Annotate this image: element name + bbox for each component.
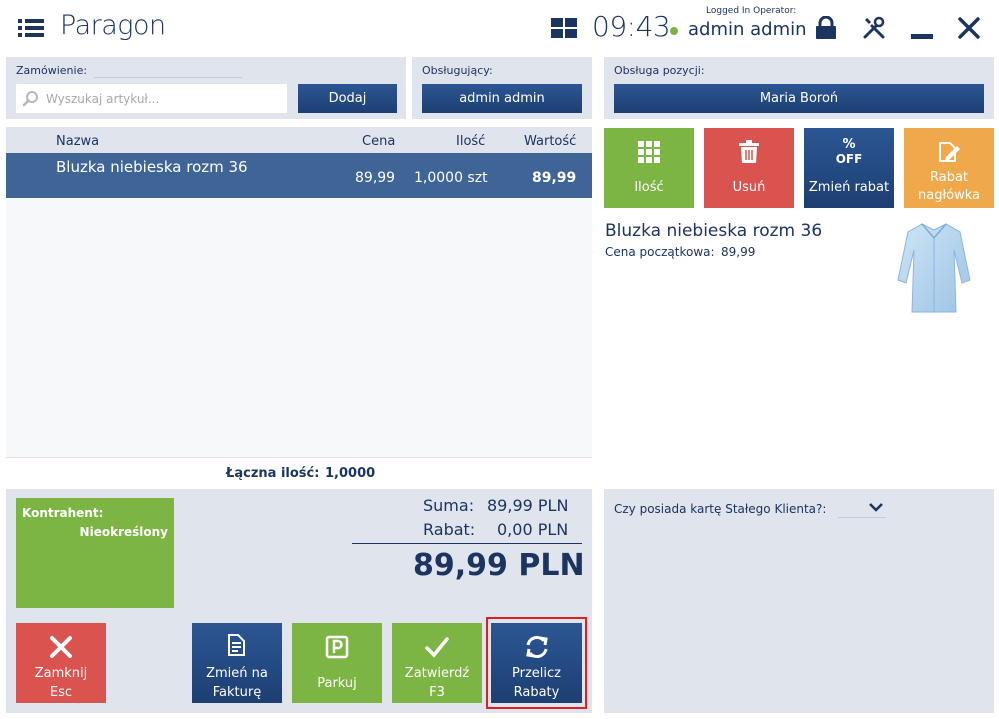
park-label: Parkuj [317, 676, 357, 691]
product-name: Bluzka niebieska rozm 36 [605, 221, 823, 241]
column-value: Wartość [524, 134, 577, 149]
grid-icon [638, 141, 660, 163]
row-value: 89,99 [532, 170, 577, 186]
order-number-underline [94, 77, 242, 78]
close-receipt-line1: Zamknij [34, 666, 88, 681]
row-name: Bluzka niebieska rozm 36 [56, 158, 248, 176]
percent-off-icon: % OFF [804, 137, 894, 167]
park-button[interactable]: Parkuj [292, 623, 382, 703]
minimize-icon[interactable] [911, 34, 933, 39]
add-button[interactable]: Dodaj [298, 84, 397, 113]
product-start-price-label: Cena początkowa: [605, 245, 715, 259]
menu-icon[interactable] [18, 18, 44, 38]
recalculate-discounts-button[interactable]: Przelicz Rabaty [491, 623, 582, 703]
edit-document-icon [939, 142, 960, 162]
percent-icon-text: % [842, 137, 856, 152]
loyalty-dropdown[interactable] [838, 500, 886, 518]
item-service-selector[interactable]: Maria Boroń [614, 84, 984, 113]
confirm-line1: Zatwierdź [404, 666, 470, 681]
product-image [894, 220, 974, 316]
total-qty-value: 1,0000 [325, 466, 376, 481]
change-to-invoice-button[interactable]: Zmień na Fakturę [192, 623, 282, 703]
confirm-button[interactable]: Zatwierdź F3 [392, 623, 482, 703]
row-qty: 1,0000 szt [414, 170, 488, 186]
refresh-icon [525, 636, 548, 658]
order-label: Zamówienie: [16, 64, 88, 77]
clock: 09:43 [592, 10, 671, 43]
close-icon[interactable] [958, 17, 980, 39]
column-name: Nazwa [56, 134, 100, 149]
staff-selector[interactable]: admin admin [422, 84, 582, 113]
product-start-price-value: 89,99 [721, 245, 756, 259]
summary-divider [352, 543, 582, 544]
recalc-line2: Rabaty [513, 685, 560, 700]
contractor-tile[interactable]: Kontrahent: Nieokreślony [16, 498, 174, 608]
loyalty-panel [604, 489, 994, 713]
close-receipt-button[interactable]: Zamknij Esc [16, 623, 106, 703]
invoice-line1: Zmień na [206, 666, 268, 681]
off-icon-text: OFF [835, 152, 863, 166]
item-service-label: Obsługa pozycji: [614, 64, 705, 77]
delete-tile-label: Usuń [732, 180, 766, 195]
sum-value: 89,99 PLN [487, 496, 569, 515]
change-discount-label: Zmień rabat [808, 180, 890, 195]
contractor-label: Kontrahent: [22, 506, 104, 520]
app-title: Paragon [60, 10, 166, 41]
staff-label: Obsługujący: [422, 64, 493, 77]
header-discount-tile[interactable]: Rabat nagłówka [904, 128, 994, 208]
confirm-line2: F3 [429, 685, 445, 700]
recalc-line1: Przelicz [512, 666, 561, 681]
operator-label: Logged In Operator: [706, 6, 797, 16]
header-discount-line1: Rabat [929, 170, 969, 185]
sum-label: Suma: [423, 496, 475, 515]
column-qty: Ilość [456, 134, 486, 149]
header-discount-line2: nagłówka [917, 188, 980, 203]
search-icon [22, 90, 40, 108]
invoice-icon [228, 634, 245, 656]
total-qty-label: Łączna ilość: [226, 466, 320, 481]
discount-label: Rabat: [423, 520, 476, 539]
check-icon [425, 637, 449, 658]
close-x-icon [50, 636, 72, 658]
contractor-value: Nieokreślony [79, 525, 168, 539]
operator-name: admin admin [688, 19, 807, 40]
row-price: 89,99 [355, 170, 396, 186]
parking-icon [325, 635, 349, 659]
lock-icon[interactable] [815, 15, 837, 40]
invoice-line2: Fakturę [212, 685, 262, 700]
table-row[interactable]: Bluzka niebieska rozm 36 89,99 1,0000 sz… [6, 153, 592, 198]
column-price: Cena [362, 134, 396, 149]
quantity-tile-label: Ilość [634, 180, 664, 195]
grand-total: 89,99 PLN [413, 548, 585, 583]
tools-icon[interactable] [862, 16, 886, 40]
search-input[interactable] [46, 84, 284, 113]
quantity-tile[interactable]: Ilość [604, 128, 694, 208]
loyalty-question: Czy posiada kartę Stałego Klienta?: [614, 502, 827, 516]
title-bar: Paragon 09:43 Logged In Operator: admin … [0, 0, 999, 56]
tiles-icon[interactable] [551, 18, 577, 38]
trash-icon [739, 140, 759, 163]
discount-value: 0,00 PLN [497, 520, 569, 539]
change-discount-tile[interactable]: % OFF Zmień rabat [804, 128, 894, 208]
chevron-down-icon [869, 503, 883, 512]
close-receipt-line2: Esc [49, 685, 73, 700]
online-status-icon [670, 27, 678, 35]
delete-tile[interactable]: Usuń [704, 128, 794, 208]
